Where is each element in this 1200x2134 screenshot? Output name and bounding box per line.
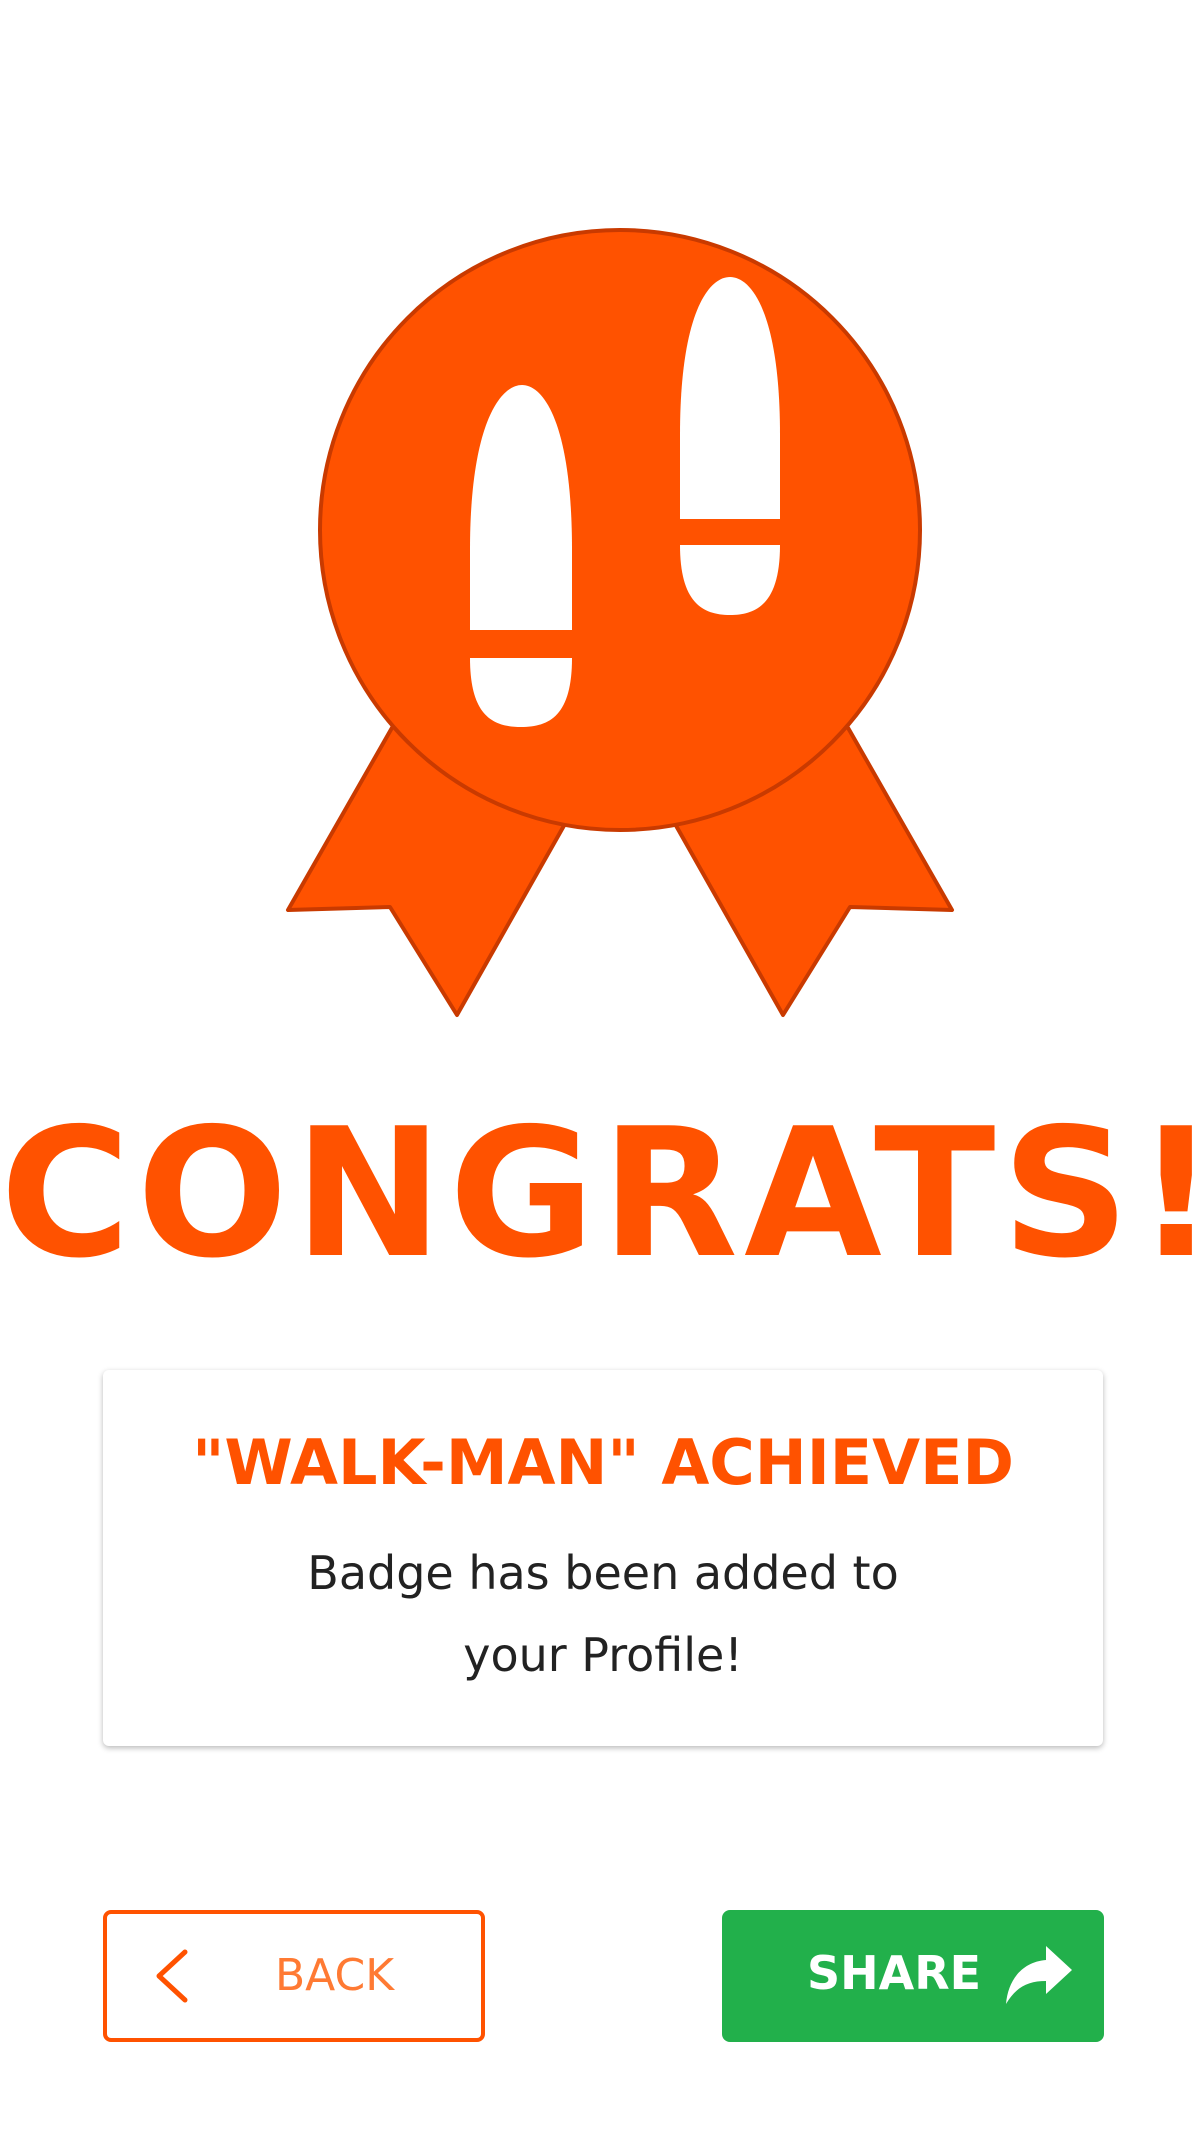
footprint-left-icon xyxy=(470,385,572,727)
back-button[interactable]: BACK xyxy=(103,1910,485,2042)
footprint-right-icon xyxy=(680,277,780,615)
share-button-label: SHARE xyxy=(807,1946,982,2000)
achievement-message-line-2: your Profile! xyxy=(463,1628,743,1682)
badge-medal xyxy=(318,228,922,832)
chevron-left-icon xyxy=(156,1949,188,2003)
walk-man-badge-icon xyxy=(286,228,954,1017)
back-button-label: BACK xyxy=(275,1950,395,2001)
share-button[interactable]: SHARE xyxy=(722,1910,1104,2042)
share-arrow-icon xyxy=(1006,1946,1072,2004)
achievement-card: "WALK-MAN" ACHIEVED Badge has been added… xyxy=(103,1370,1103,1746)
congrats-title: CONGRATS! xyxy=(0,1090,1200,1297)
achievement-message-line-1: Badge has been added to xyxy=(307,1546,899,1600)
achievement-message: Badge has been added to your Profile! xyxy=(103,1532,1103,1696)
achievement-heading: "WALK-MAN" ACHIEVED xyxy=(192,1426,1014,1499)
